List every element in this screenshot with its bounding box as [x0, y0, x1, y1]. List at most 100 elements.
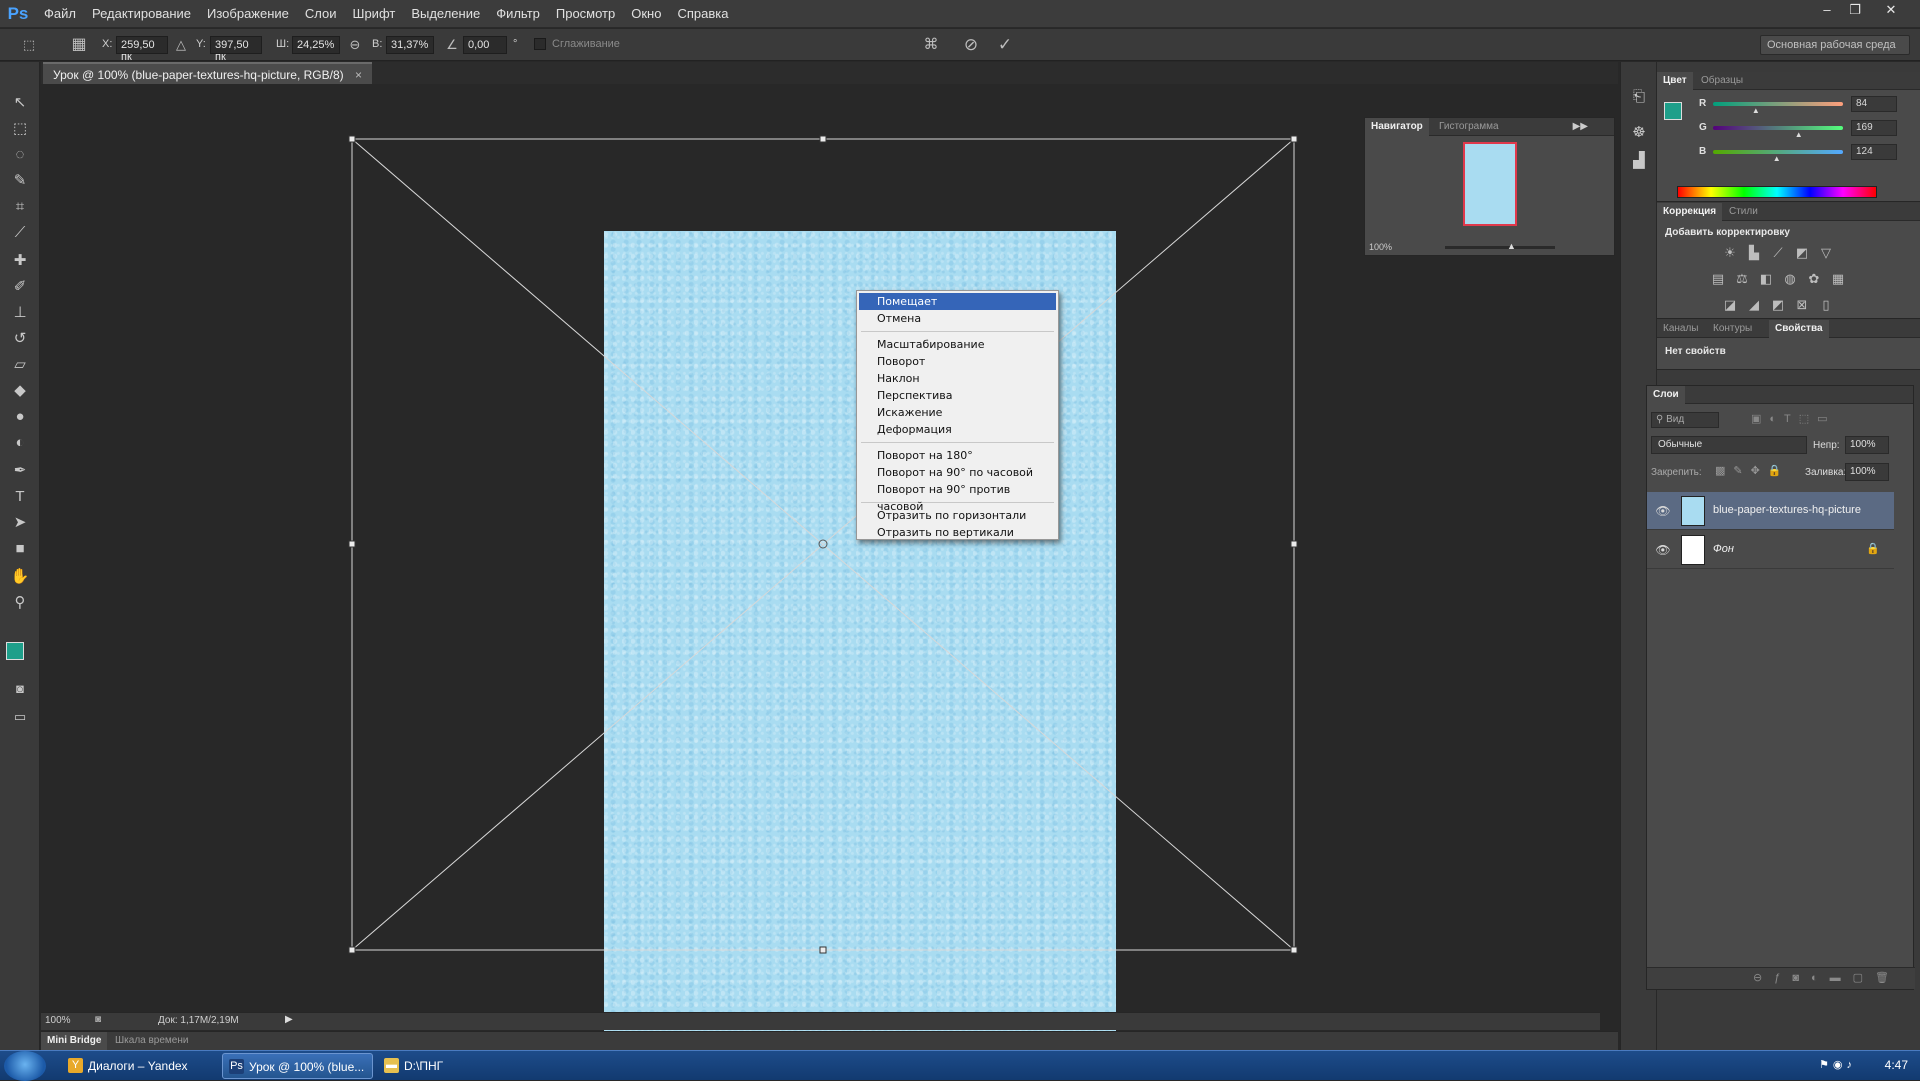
menu-9[interactable]: Справка	[669, 0, 736, 28]
document-tab[interactable]: Урок @ 100% (blue-paper-textures-hq-pict…	[43, 62, 373, 84]
dodge-tool-icon[interactable]: ◐	[7, 432, 33, 454]
link-icon[interactable]: ⊖	[346, 36, 364, 54]
layer-name[interactable]: Фон	[1713, 543, 1734, 555]
rectangle-tool-icon[interactable]: ■	[7, 538, 33, 560]
menu-1[interactable]: Редактирование	[84, 0, 199, 28]
lasso-tool-icon[interactable]: ◌	[7, 144, 33, 166]
color-balance-icon[interactable]: ⚖	[1733, 271, 1751, 287]
menu-3[interactable]: Слои	[297, 0, 345, 28]
hue-saturation-icon[interactable]: ▤	[1709, 271, 1727, 287]
opacity-field[interactable]: 100%	[1845, 436, 1889, 454]
context-menu-item[interactable]: Отразить по горизонтали	[859, 507, 1056, 524]
eye-icon[interactable]: 👁	[1655, 543, 1671, 557]
navigator-zoom[interactable]: 100%	[1369, 242, 1392, 252]
brush-tool-icon[interactable]: ✐	[7, 276, 33, 298]
context-menu-item[interactable]: Поворот	[859, 353, 1056, 370]
transform-tool-icon[interactable]: ⬚	[20, 36, 38, 54]
context-menu-item[interactable]: Перспектива	[859, 387, 1056, 404]
warp-mode-icon[interactable]: ⌘	[922, 36, 940, 54]
layer-thumbnail[interactable]	[1681, 535, 1705, 565]
levels-icon[interactable]: ▙	[1745, 245, 1763, 261]
hand-tool-icon[interactable]: ✋	[7, 566, 33, 588]
channel-slider-thumb[interactable]: ▲	[1752, 106, 1760, 115]
context-menu-item[interactable]: Деформация	[859, 421, 1056, 438]
layer-filter-icons[interactable]: ▣◐T⬚▭	[1751, 412, 1861, 428]
context-menu-item[interactable]: Поворот на 90° по часовой	[859, 464, 1056, 481]
history-brush-tool-icon[interactable]: ↺	[7, 328, 33, 350]
tab-navigator[interactable]: Навигатор	[1365, 118, 1429, 136]
channel-slider[interactable]	[1713, 102, 1843, 106]
channel-slider-thumb[interactable]: ▲	[1795, 130, 1803, 139]
context-menu-item[interactable]: Наклон	[859, 370, 1056, 387]
eraser-tool-icon[interactable]: ▱	[7, 354, 33, 376]
layers-footer-icons[interactable]: ⊖ƒ◙◐▬▢🗑	[1647, 967, 1915, 989]
menu-7[interactable]: Просмотр	[548, 0, 623, 28]
close-window-button[interactable]: ✕	[1880, 2, 1902, 18]
tab-histogram[interactable]: Гистограмма	[1433, 118, 1505, 136]
workspace-select[interactable]: Основная рабочая среда	[1760, 35, 1910, 55]
menu-5[interactable]: Выделение	[403, 0, 488, 28]
healing-brush-tool-icon[interactable]: ✚	[7, 250, 33, 272]
taskbar-item[interactable]: Ps Урок @ 100% (blue...	[222, 1053, 374, 1079]
taskbar-item[interactable]: Y Диалоги – Yandex	[62, 1053, 196, 1079]
selective-color-icon[interactable]: ⊠	[1793, 297, 1811, 313]
channel-mixer-icon[interactable]: ✿	[1805, 271, 1823, 287]
foreground-color-swatch[interactable]	[1664, 102, 1682, 120]
start-button[interactable]	[4, 1051, 46, 1081]
cancel-transform-icon[interactable]: ⊘	[962, 36, 980, 54]
context-menu-item[interactable]: Поворот на 90° против часовой	[859, 481, 1056, 513]
context-menu-item[interactable]: Поворот на 180°	[859, 447, 1056, 464]
close-document-icon[interactable]: ×	[355, 68, 362, 82]
threshold-icon[interactable]: ◩	[1769, 297, 1787, 313]
tab-channels[interactable]: Каналы	[1657, 320, 1705, 338]
tab-paths[interactable]: Контуры	[1707, 320, 1758, 338]
context-menu-item[interactable]: Отмена	[859, 310, 1056, 327]
layer-thumbnail[interactable]	[1681, 496, 1705, 526]
width-field[interactable]: 24,25%	[292, 36, 340, 54]
zoom-tool-icon[interactable]: ⚲	[7, 592, 33, 614]
pen-tool-icon[interactable]: ✒	[7, 460, 33, 482]
vibrance-icon[interactable]: ▽	[1817, 245, 1835, 261]
blur-tool-icon[interactable]: ●	[7, 406, 33, 428]
crop-tool-icon[interactable]: ⌗	[7, 196, 33, 218]
menu-0[interactable]: Файл	[36, 0, 84, 28]
channel-slider[interactable]	[1713, 126, 1843, 130]
tab-properties[interactable]: Свойства	[1769, 320, 1829, 338]
type-tool-icon[interactable]: T	[7, 486, 33, 508]
antialias-checkbox[interactable]	[534, 38, 546, 50]
tab-layers[interactable]: Слои	[1647, 386, 1685, 404]
y-field[interactable]: 397,50 пк	[210, 36, 262, 63]
foreground-color-swatch[interactable]	[6, 642, 24, 660]
path-selection-tool-icon[interactable]: ➤	[7, 512, 33, 534]
channel-value-field[interactable]: 124	[1851, 144, 1897, 160]
black-white-icon[interactable]: ◧	[1757, 271, 1775, 287]
status-share-icon[interactable]: ◙	[95, 1014, 101, 1025]
reference-point-icon[interactable]: ▦	[70, 36, 88, 54]
restore-button[interactable]: ❐	[1844, 2, 1866, 18]
exposure-icon[interactable]: ◩	[1793, 245, 1811, 261]
channel-slider-thumb[interactable]: ▲	[1773, 154, 1781, 163]
angle-field[interactable]: 0,00	[463, 36, 507, 54]
menu-6[interactable]: Фильтр	[488, 0, 548, 28]
menu-4[interactable]: Шрифт	[345, 0, 404, 28]
actions-panel-icon[interactable]: ☸	[1626, 122, 1652, 144]
layer-row[interactable]: 👁 Фон 🔒	[1647, 531, 1894, 569]
tab-mini-bridge[interactable]: Mini Bridge	[41, 1032, 108, 1051]
system-tray-icons[interactable]: ⚑◉♪	[1819, 1058, 1856, 1071]
tab-swatches[interactable]: Образцы	[1695, 72, 1749, 90]
eye-icon[interactable]: 👁	[1655, 504, 1671, 518]
layer-row[interactable]: 👁 blue-paper-textures-hq-picture	[1647, 492, 1894, 530]
status-menu-arrow-icon[interactable]: ▶	[285, 1014, 293, 1025]
height-field[interactable]: 31,37%	[386, 36, 434, 54]
eyedropper-tool-icon[interactable]: ⟋	[7, 222, 33, 244]
minimize-button[interactable]: –	[1816, 2, 1838, 18]
taskbar-item[interactable]: ▬ D:\ПНГ	[378, 1053, 451, 1079]
quick-mask-icon[interactable]: ◙	[7, 678, 33, 700]
status-zoom[interactable]: 100%	[45, 1015, 71, 1026]
channel-value-field[interactable]: 169	[1851, 120, 1897, 136]
history-panel-icon[interactable]: ⎗	[1626, 86, 1652, 108]
tab-styles[interactable]: Стили	[1723, 203, 1764, 221]
context-menu-item[interactable]: Искажение	[859, 404, 1056, 421]
photo-filter-icon[interactable]: ◍	[1781, 271, 1799, 287]
move-tool-icon[interactable]: ↖	[7, 92, 33, 114]
